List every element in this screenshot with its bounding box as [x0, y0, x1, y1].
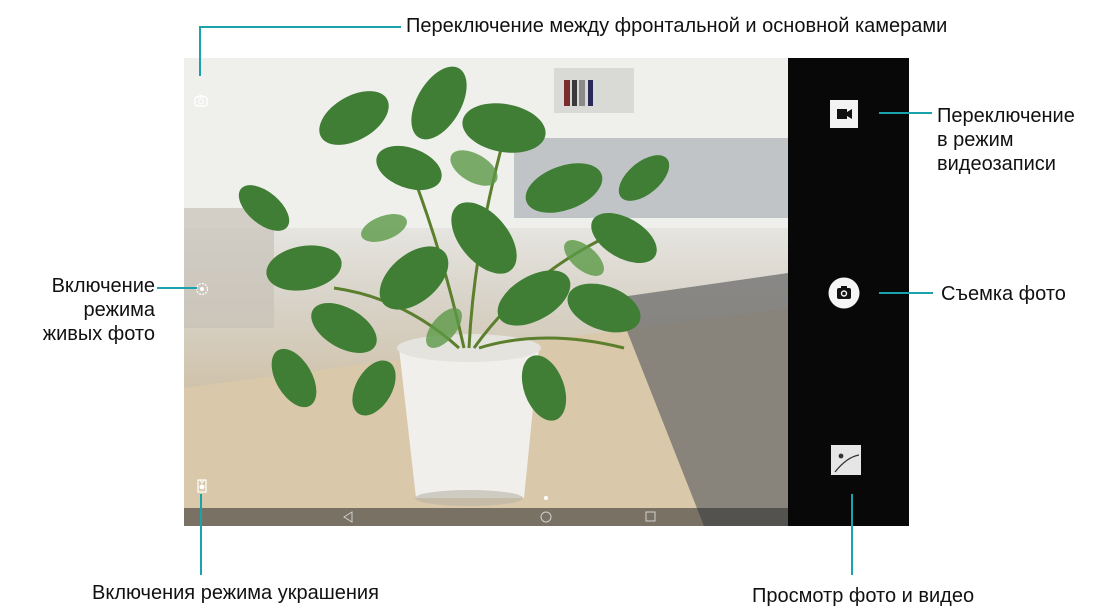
callout-line-switch-camera: [199, 26, 201, 76]
camera-icon[interactable]: [828, 277, 860, 314]
gallery-thumbnail-icon[interactable]: [831, 445, 861, 480]
callout-line-live-photo: [157, 287, 197, 289]
callout-line-take-photo: [879, 292, 933, 294]
callout-video-mode-line-3: видеозаписи: [937, 153, 1056, 175]
beauty-mode-icon[interactable]: [195, 478, 209, 499]
callout-beauty-mode: Включения режима украшения: [92, 582, 379, 604]
callout-line-beauty: [200, 494, 202, 575]
callout-gallery: Просмотр фото и видео: [752, 585, 975, 607]
callout-video-mode: Переключение в режим видеозаписи: [937, 104, 1075, 176]
callout-line-switch-camera: [199, 26, 401, 28]
callout-live-photo: Включение режима живых фото: [0, 274, 155, 346]
viewfinder-scene: [184, 58, 788, 526]
camera-viewfinder: [184, 58, 788, 526]
callout-switch-camera: Переключение между фронтальной и основно…: [406, 15, 948, 37]
callout-live-photo-line-2: режима: [83, 299, 155, 321]
video-camera-icon[interactable]: [830, 100, 858, 133]
callout-video-mode-line-1: Переключение: [937, 105, 1075, 127]
callout-video-mode-line-2: в режим: [937, 129, 1014, 151]
callout-live-photo-line-1: Включение: [51, 275, 155, 297]
callout-live-photo-line-3: живых фото: [42, 323, 155, 345]
callout-line-gallery: [851, 494, 853, 575]
camera-switch-icon[interactable]: [194, 94, 208, 113]
live-photo-icon[interactable]: [195, 282, 209, 301]
tablet-screen: [184, 58, 909, 526]
callout-take-photo: Съемка фото: [941, 283, 1066, 305]
callout-line-video-mode: [879, 112, 932, 114]
